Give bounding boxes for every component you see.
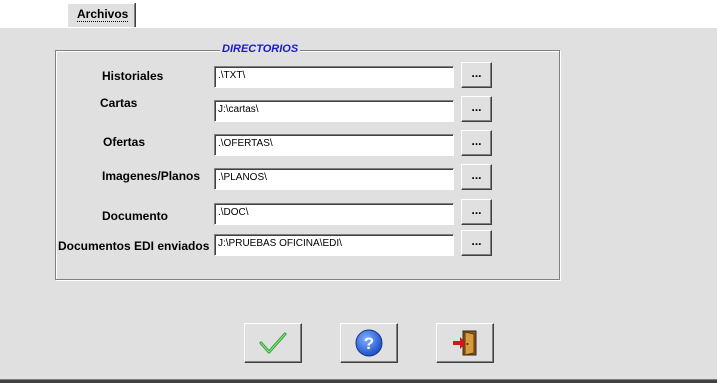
documento-label: Documento [102, 209, 168, 223]
tab-archivos-label: Archivos [77, 7, 129, 22]
help-button[interactable]: ? [340, 323, 398, 363]
documento-browse-button[interactable]: ... [461, 199, 492, 225]
ofertas-path-input[interactable]: .\OFERTAS\ [214, 134, 454, 156]
historiales-browse-button[interactable]: ... [461, 62, 492, 88]
imagenes-planos-path-input[interactable]: .\PLANOS\ [214, 168, 454, 190]
imagenes-planos-label: Imagenes/Planos [102, 169, 201, 183]
historiales-label: Historiales [102, 69, 164, 83]
historiales-path-input[interactable]: .\TXT\ [214, 66, 454, 88]
ofertas-browse-button[interactable]: ... [461, 130, 492, 156]
exit-button[interactable] [436, 323, 494, 363]
cartas-path-input[interactable]: J:\cartas\ [214, 100, 454, 122]
tab-archivos[interactable]: Archivos [67, 3, 135, 27]
svg-text:?: ? [364, 334, 374, 353]
documentos-edi-path-input[interactable]: J:\PRUEBAS OFICINA\EDI\ [214, 234, 454, 256]
accept-button[interactable] [244, 323, 302, 363]
ofertas-label: Ofertas [103, 135, 146, 149]
imagenes-planos-browse-button[interactable]: ... [461, 164, 492, 190]
checkmark-icon [259, 332, 287, 354]
help-question-icon: ? [355, 329, 383, 357]
cartas-browse-button[interactable]: ... [461, 96, 492, 122]
directorios-title: DIRECTORIOS [220, 42, 301, 56]
tab-strip: Archivos [0, 0, 717, 27]
documentos-edi-label: Documentos EDI enviados [58, 239, 210, 253]
exit-door-icon [453, 330, 477, 356]
documentos-edi-browse-button[interactable]: ... [461, 230, 492, 256]
cartas-label: Cartas [100, 96, 138, 110]
documento-path-input[interactable]: .\DOC\ [214, 203, 454, 225]
